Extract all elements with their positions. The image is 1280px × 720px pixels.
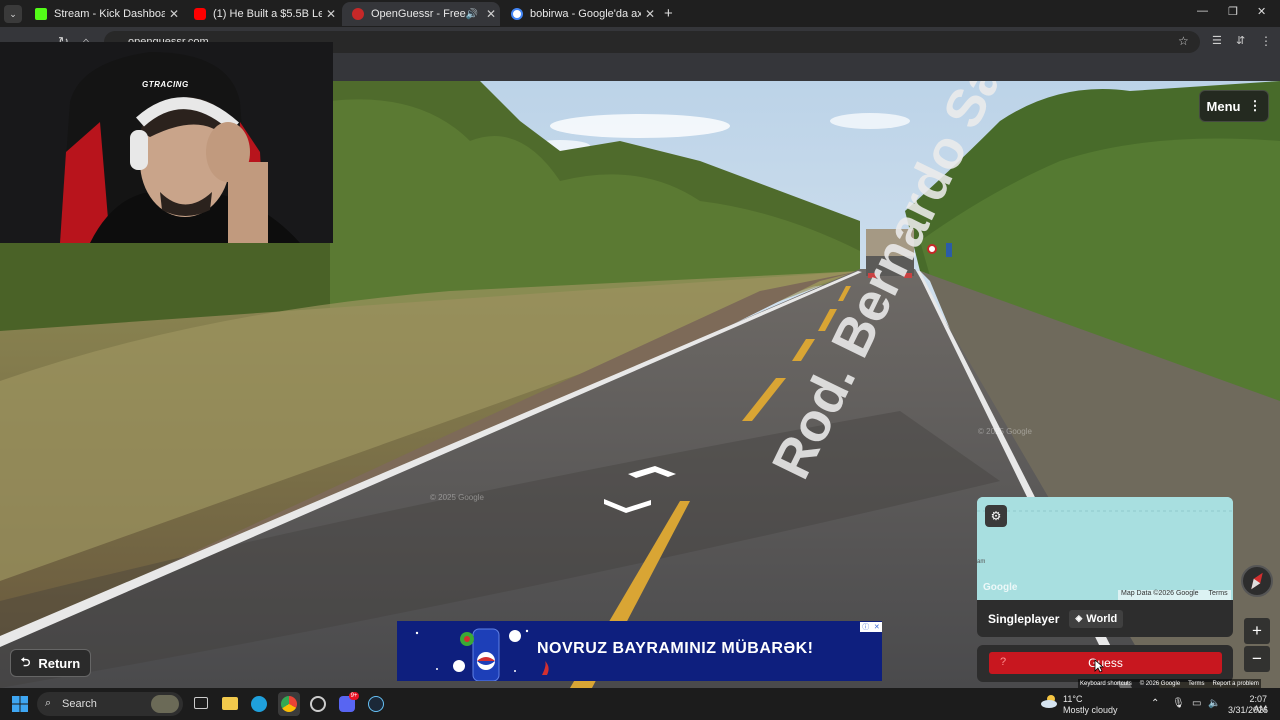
compass-icon[interactable] xyxy=(1241,565,1273,597)
keyboard-shortcuts-link[interactable]: Keyboard shortcuts xyxy=(1080,681,1132,687)
map-settings-button[interactable]: ⚙ xyxy=(985,505,1007,527)
guess-button[interactable]: Guess xyxy=(989,652,1222,674)
microphone-icon[interactable]: 🎙 xyxy=(1172,698,1185,709)
sliders-icon: ⚙ xyxy=(990,509,1002,523)
search-highlight-icon xyxy=(151,695,179,713)
window-close-icon[interactable]: ✕ xyxy=(1257,5,1266,18)
return-label: Return xyxy=(38,655,81,671)
close-icon[interactable]: ✕ xyxy=(165,7,183,21)
zoom-in-button[interactable]: + xyxy=(1244,618,1270,644)
map-selector[interactable]: ◈ World xyxy=(1069,609,1124,628)
task-view-icon[interactable] xyxy=(194,697,208,709)
ad-headline: NOVRUZ BAYRAMINIZ MÜBARƏK! xyxy=(537,640,814,657)
search-placeholder: Search xyxy=(62,698,97,710)
return-button[interactable]: ⮌ Return xyxy=(10,649,91,677)
terms-link[interactable]: Terms xyxy=(1188,681,1204,687)
tab-title: Stream - Kick Dashboard xyxy=(54,8,165,20)
close-icon[interactable]: ✕ xyxy=(322,7,340,21)
return-arrow-icon: ⮌ xyxy=(20,654,31,669)
tab-youtube[interactable]: (1) He Built a $5.5B Legal AI Co ✕ xyxy=(184,2,340,26)
search-icon: ⌕ xyxy=(45,697,52,709)
more-vertical-icon: ⋮ xyxy=(1248,98,1262,113)
report-problem-link[interactable]: Report a problem xyxy=(1213,681,1259,687)
windows-start-icon[interactable] xyxy=(12,696,28,712)
browser-tab-strip: ⌄ Stream - Kick Dashboard ✕ (1) He Built… xyxy=(0,0,1280,27)
tab-title: OpenGuessr - Free GeoGu xyxy=(371,8,466,20)
tab-title: (1) He Built a $5.5B Legal AI Co xyxy=(213,8,322,20)
chevron-up-icon[interactable]: ⌃ xyxy=(1151,698,1159,709)
close-icon[interactable]: ✕ xyxy=(482,7,500,21)
notification-badge: 9+ xyxy=(349,692,359,700)
file-explorer-icon[interactable] xyxy=(222,697,238,710)
taskbar-search[interactable]: ⌕ Search xyxy=(37,692,183,716)
tab-title: bobirwa - Google'da axtarış xyxy=(530,8,641,20)
steam-icon[interactable] xyxy=(368,696,384,712)
close-icon[interactable]: ✕ xyxy=(641,7,659,21)
edge-icon[interactable] xyxy=(251,696,267,712)
speaker-icon[interactable]: 🔊 xyxy=(466,9,478,20)
streamer-camera xyxy=(0,42,333,243)
tab-google-search[interactable]: bobirwa - Google'da axtarış ✕ xyxy=(501,2,659,26)
chrome-icon[interactable] xyxy=(281,696,297,712)
volume-icon[interactable]: 🔈 xyxy=(1208,698,1220,709)
weather-temp[interactable]: 11°C xyxy=(1063,694,1082,704)
google-map-logo: Google xyxy=(983,582,1018,593)
copyright-text: © 2026 Google xyxy=(1139,680,1181,687)
map-name: World xyxy=(1086,612,1118,625)
tab-kick-dashboard[interactable]: Stream - Kick Dashboard ✕ xyxy=(25,2,183,26)
map-attribution: Map Data ©2026 Google Terms xyxy=(1118,590,1231,600)
menu-label: Menu xyxy=(1206,98,1241,114)
browser-menu-icon[interactable]: ⋮ xyxy=(1260,34,1272,48)
guess-hint-icon: ? xyxy=(1000,656,1007,668)
network-icon[interactable]: ▭ xyxy=(1192,698,1201,709)
restore-icon[interactable]: ❐ xyxy=(1228,5,1238,18)
google-watermark: © 2025 Google xyxy=(978,427,1032,436)
menu-button[interactable]: Menu ⋮ xyxy=(1199,90,1269,122)
obs-icon[interactable] xyxy=(310,696,326,712)
weather-desc[interactable]: Mostly cloudy xyxy=(1063,705,1118,715)
google-watermark: © 2025 Google xyxy=(430,493,484,502)
openguessr-icon xyxy=(352,8,364,20)
webcam-overlay: GTRACING xyxy=(0,42,333,243)
bookmark-star-icon[interactable]: ☆ xyxy=(1178,34,1189,48)
media-icon[interactable]: ☰ xyxy=(1212,34,1222,47)
chair-brand-logo: GTRACING xyxy=(142,80,189,89)
extensions-icon[interactable]: ⇵ xyxy=(1236,34,1245,47)
youtube-icon xyxy=(194,8,206,20)
kick-icon xyxy=(35,8,47,20)
svg-text:am: am xyxy=(977,559,985,565)
game-mode-bar: Singleplayer ◈ World xyxy=(977,600,1233,637)
minimize-icon[interactable]: — xyxy=(1197,5,1208,17)
map-terms-link[interactable]: Terms xyxy=(1209,590,1228,600)
map-data-text: Map Data ©2026 Google xyxy=(1121,590,1199,597)
ad-choices-icon[interactable]: ⓘ ✕ xyxy=(860,622,882,632)
mouse-cursor xyxy=(1094,659,1105,673)
weather-cloud-icon xyxy=(1041,694,1059,708)
layers-icon: ◈ xyxy=(1075,613,1083,623)
google-footer: Keyboard shortcuts © 2026 Google Terms R… xyxy=(1078,679,1261,688)
tab-openguessr[interactable]: OpenGuessr - Free GeoGu 🔊 ✕ xyxy=(342,2,500,26)
windows-taskbar xyxy=(0,688,1280,720)
zoom-out-button[interactable]: − xyxy=(1244,646,1270,672)
mode-label: Singleplayer xyxy=(988,611,1060,626)
clock-date[interactable]: 3/31/2026 xyxy=(1226,705,1268,715)
google-icon xyxy=(511,8,523,20)
tab-search-button[interactable]: ⌄ xyxy=(4,5,22,23)
new-tab-button[interactable]: + xyxy=(664,5,673,22)
